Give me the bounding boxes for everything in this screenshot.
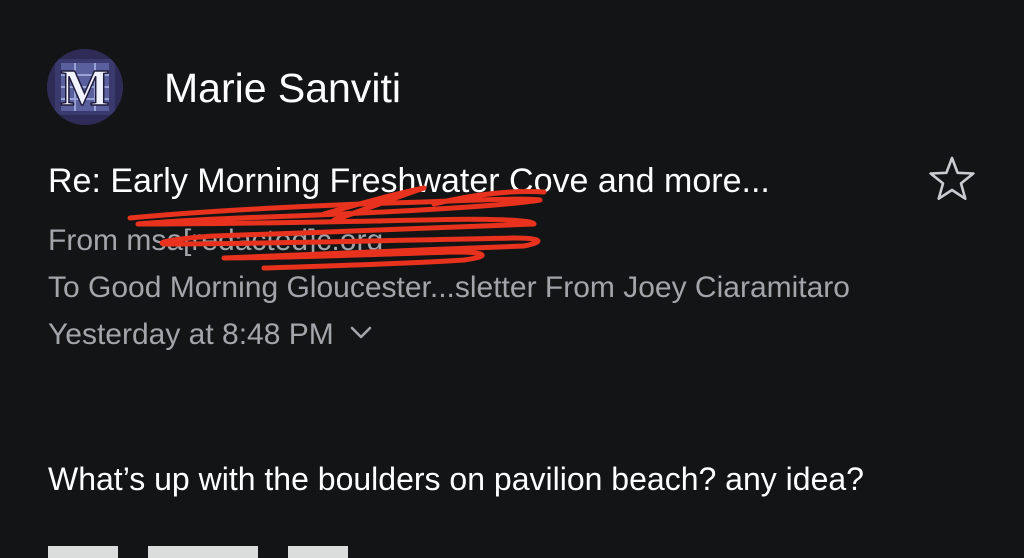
star-button[interactable] — [926, 153, 978, 205]
date-line[interactable]: Yesterday at 8:48 PM — [48, 317, 372, 353]
star-outline-icon — [929, 156, 975, 201]
from-address[interactable]: msa[redacted]c.org — [126, 224, 383, 257]
message-date: Yesterday at 8:48 PM — [48, 318, 334, 351]
clipped-text-shapes — [48, 546, 348, 558]
avatar-letter: M — [60, 60, 109, 117]
sender-avatar[interactable]: M — [47, 49, 123, 125]
chevron-down-icon[interactable] — [350, 326, 372, 340]
to-line[interactable]: To Good Morning Gloucester...sletter Fro… — [48, 270, 850, 306]
from-line: From msa[redacted]c.org — [48, 223, 383, 259]
clipped-body-text — [48, 544, 368, 558]
avatar-logo: M — [47, 49, 123, 125]
from-label: From — [48, 224, 118, 257]
sender-name: Marie Sanviti — [164, 65, 401, 111]
email-subject: Re: Early Morning Freshwater Cove and mo… — [48, 162, 770, 200]
email-body: What’s up with the boulders on pavilion … — [48, 461, 864, 497]
